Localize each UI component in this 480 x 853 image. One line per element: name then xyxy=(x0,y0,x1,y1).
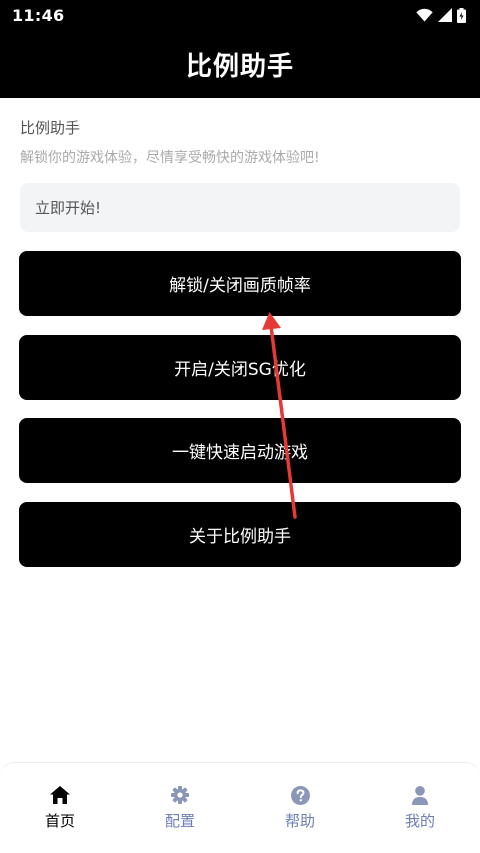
home-icon xyxy=(50,785,70,805)
signal-icon xyxy=(438,8,452,22)
battery-icon xyxy=(457,7,466,23)
tab-profile[interactable]: 我的 xyxy=(360,763,480,853)
app-header: 比例助手 xyxy=(0,30,480,98)
toggle-sg-optimization-button[interactable]: 开启/关闭SG优化 xyxy=(19,335,461,400)
unlock-frame-rate-button[interactable]: 解锁/关闭画质帧率 xyxy=(19,251,461,316)
tab-profile-label: 我的 xyxy=(404,812,435,830)
toggle-sg-optimization-label: 开启/关闭SG优化 xyxy=(174,360,306,380)
tab-home[interactable]: 首页 xyxy=(0,763,120,853)
user-icon xyxy=(410,785,430,805)
unlock-frame-rate-label: 解锁/关闭画质帧率 xyxy=(169,276,311,296)
gear-icon xyxy=(170,785,190,805)
start-notice-text: 立即开始! xyxy=(35,199,102,217)
help-icon xyxy=(290,785,310,805)
about-button[interactable]: 关于比例助手 xyxy=(19,502,461,567)
tab-config[interactable]: 配置 xyxy=(120,763,240,853)
tab-home-label: 首页 xyxy=(44,812,75,830)
page-title: 比例助手 xyxy=(185,51,294,82)
tab-help[interactable]: 帮助 xyxy=(240,763,360,853)
intro-section: 比例助手 解锁你的游戏体验，尽情享受畅快的游戏体验吧! xyxy=(20,118,460,168)
wifi-icon xyxy=(416,8,433,22)
intro-subtitle: 解锁你的游戏体验，尽情享受畅快的游戏体验吧! xyxy=(20,150,320,166)
app-screen: 11:46 比例助手 比例助手 解锁你的游戏体验，尽情享受畅快的游戏体验吧! 立… xyxy=(0,0,480,853)
bottom-tab-bar: 首页 配置 帮助 我的 xyxy=(0,762,480,853)
tab-help-label: 帮助 xyxy=(284,812,315,830)
status-time: 11:46 xyxy=(12,5,65,25)
status-bar: 11:46 xyxy=(0,0,480,30)
status-icons xyxy=(416,7,466,23)
about-label: 关于比例助手 xyxy=(189,527,291,547)
start-notice: 立即开始! xyxy=(20,183,460,232)
quick-launch-game-button[interactable]: 一键快速启动游戏 xyxy=(19,418,461,483)
tab-config-label: 配置 xyxy=(164,812,195,830)
quick-launch-game-label: 一键快速启动游戏 xyxy=(172,443,308,463)
intro-title: 比例助手 xyxy=(20,119,81,137)
